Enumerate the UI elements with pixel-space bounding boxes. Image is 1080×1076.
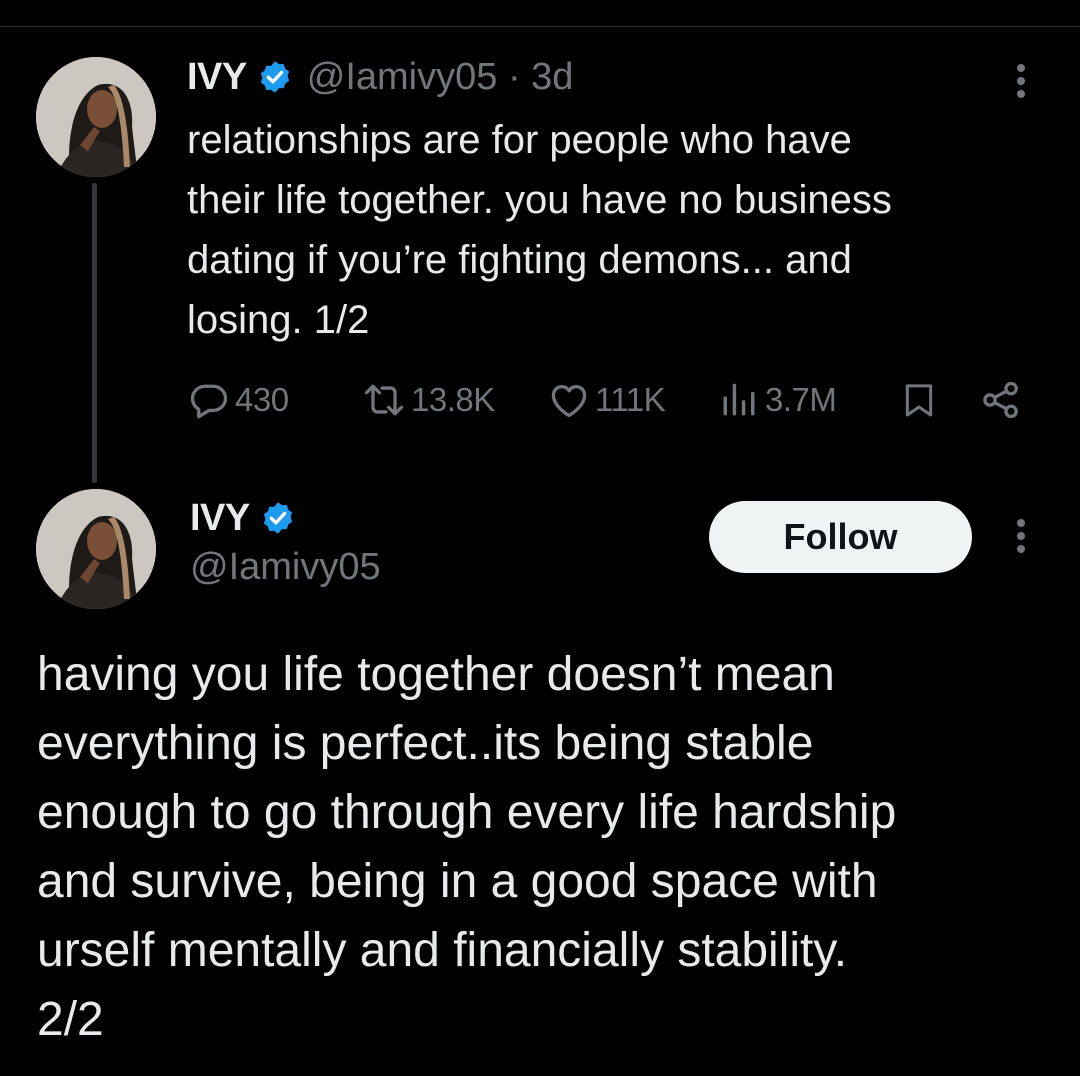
avatar[interactable] [36,57,156,177]
author-name[interactable]: IVY [187,56,247,99]
heart-icon [551,384,587,418]
author-name[interactable]: IVY [190,497,250,540]
bookmark-button[interactable] [899,375,939,425]
retweet-icon [364,384,404,416]
separator-dot: · [507,55,521,98]
avatar-photo [36,489,156,609]
top-divider [0,26,1080,27]
avatar-photo [36,57,156,177]
tweet-actions: 430 13.8K 111K 3.7M [187,375,1027,425]
views-button[interactable]: 3.7M [717,375,837,425]
tweet1-header: IVY @Iamivy05 · 3d [187,52,573,102]
more-options-icon[interactable] [1006,60,1036,104]
share-icon [983,381,1018,419]
verified-badge-icon[interactable] [257,59,293,95]
tweet1-text: relationships are for people who have th… [187,118,892,342]
bookmark-icon [905,384,933,417]
views-chart-icon [723,383,755,416]
tweet2-text: having you life together doesn’t mean ev… [37,648,897,1046]
handle-and-time[interactable]: @Iamivy05 · 3d [307,56,574,99]
reply-button[interactable]: 430 [187,375,289,425]
like-button[interactable]: 111K [547,375,666,425]
retweet-button[interactable]: 13.8K [361,375,495,425]
author-handle[interactable]: @Iamivy05 [190,546,381,589]
verified-badge-icon[interactable] [260,500,296,536]
author-handle[interactable]: @Iamivy05 [307,56,498,98]
follow-button[interactable]: Follow [709,501,972,573]
views-count: 3.7M [765,381,837,418]
avatar[interactable] [36,489,156,609]
thread-line [92,183,97,483]
reply-count: 430 [235,381,289,418]
like-count: 111K [595,381,666,418]
post-time[interactable]: 3d [531,56,573,98]
tweet2-author: IVY [190,492,296,544]
more-options-icon[interactable] [1006,515,1036,559]
reply-icon [190,384,228,419]
share-button[interactable] [979,375,1023,425]
retweet-count: 13.8K [411,381,495,418]
